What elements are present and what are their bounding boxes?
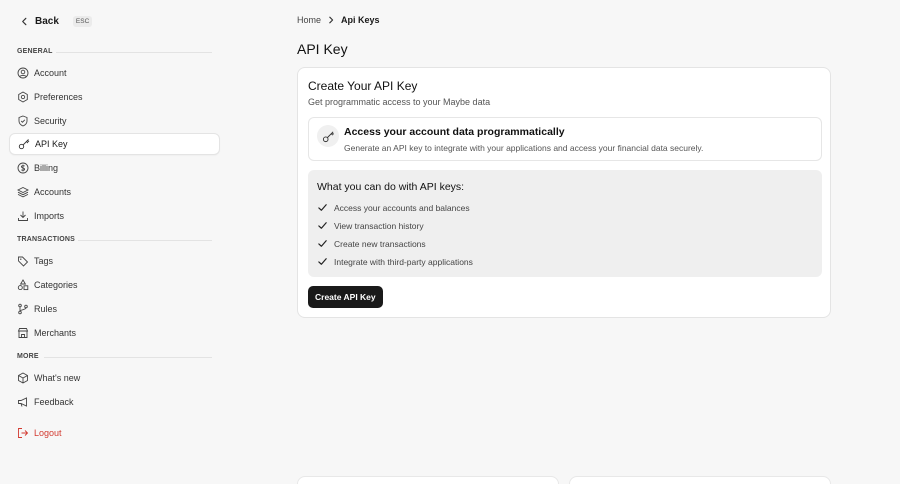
create-api-key-card: Create Your API Key Get programmatic acc… (297, 67, 831, 318)
section-divider (78, 240, 212, 241)
sidebar-item-label: Security (34, 116, 67, 126)
chevron-left-icon (22, 17, 27, 26)
tag-icon (17, 255, 29, 267)
shield-icon (17, 115, 29, 127)
package-icon (17, 372, 29, 384)
shapes-icon (17, 279, 29, 291)
section-label-transactions: TRANSACTIONS (17, 236, 76, 243)
feature-label: Access your accounts and balances (334, 202, 470, 213)
logout-icon (17, 427, 29, 439)
esc-shortcut-badge: ESC (72, 16, 93, 27)
breadcrumb-home-link[interactable]: Home (297, 15, 321, 25)
back-label: Back (35, 16, 59, 27)
sidebar-item-label: Merchants (34, 328, 77, 338)
check-icon (318, 240, 327, 247)
section-divider (44, 357, 212, 358)
settings-icon (17, 91, 29, 103)
sidebar-item-label: Feedback (34, 397, 74, 407)
sidebar-item-tags[interactable]: Tags (9, 250, 220, 272)
breadcrumb: Home Api Keys (297, 15, 380, 25)
megaphone-icon (17, 396, 29, 408)
feature-item: Access your accounts and balances (317, 202, 470, 213)
api-access-info-box: Access your account data programmaticall… (308, 117, 822, 161)
bottom-card-right (569, 476, 831, 484)
sidebar-item-imports[interactable]: Imports (9, 205, 220, 227)
feature-item: Create new transactions (317, 238, 426, 249)
sidebar-item-feedback[interactable]: Feedback (9, 391, 220, 413)
breadcrumb-current: Api Keys (341, 15, 380, 25)
create-api-key-button[interactable]: Create API Key (308, 286, 383, 308)
settings-sidebar: Back ESC GENERAL Account Preferences Sec… (0, 0, 228, 484)
sidebar-item-categories[interactable]: Categories (9, 274, 220, 296)
key-icon (317, 125, 339, 147)
sidebar-item-label: Billing (34, 163, 59, 173)
feature-label: Integrate with third-party applications (334, 256, 473, 267)
check-icon (318, 258, 327, 265)
key-icon (18, 138, 30, 150)
store-icon (17, 327, 29, 339)
info-title: Access your account data programmaticall… (344, 126, 565, 138)
layers-icon (17, 186, 29, 198)
check-icon (318, 222, 327, 229)
feature-item: View transaction history (317, 220, 424, 231)
section-divider (56, 52, 212, 53)
sidebar-item-label: Rules (34, 304, 58, 314)
card-subtitle: Get programmatic access to your Maybe da… (308, 97, 491, 107)
page-title: API Key (297, 41, 348, 57)
dollar-circle-icon (17, 162, 29, 174)
sidebar-item-label: Tags (34, 256, 54, 266)
feature-item: Integrate with third-party applications (317, 256, 473, 267)
sidebar-item-account[interactable]: Account (9, 62, 220, 84)
sidebar-item-label: API Key (35, 139, 68, 149)
api-features-panel: What you can do with API keys: Access yo… (308, 170, 822, 277)
sidebar-item-label: Logout (34, 428, 62, 438)
main-content: Home Api Keys API Key Create Your API Ke… (297, 0, 837, 484)
sidebar-item-api-key[interactable]: API Key (9, 133, 220, 155)
sidebar-item-whats-new[interactable]: What's new (9, 367, 220, 389)
sidebar-item-label: Categories (34, 280, 78, 290)
back-button[interactable]: Back (20, 16, 59, 27)
section-label-more: MORE (17, 353, 39, 360)
git-branch-icon (17, 303, 29, 315)
card-title: Create Your API Key (308, 79, 418, 93)
sidebar-item-label: Accounts (34, 187, 72, 197)
sidebar-item-label: Account (34, 68, 67, 78)
sidebar-item-security[interactable]: Security (9, 110, 220, 132)
features-title: What you can do with API keys: (317, 181, 465, 193)
sidebar-item-logout[interactable]: Logout (9, 422, 220, 444)
back-row: Back ESC (20, 16, 93, 27)
sidebar-item-label: Preferences (34, 92, 83, 102)
sidebar-item-preferences[interactable]: Preferences (9, 86, 220, 108)
feature-label: View transaction history (334, 220, 424, 231)
sidebar-item-rules[interactable]: Rules (9, 298, 220, 320)
sidebar-item-label: What's new (34, 373, 81, 383)
chevron-right-icon (329, 16, 334, 24)
user-circle-icon (17, 67, 29, 79)
feature-label: Create new transactions (334, 238, 426, 249)
import-icon (17, 210, 29, 222)
sidebar-item-billing[interactable]: Billing (9, 157, 220, 179)
info-description: Generate an API key to integrate with yo… (344, 143, 704, 153)
sidebar-item-accounts[interactable]: Accounts (9, 181, 220, 203)
bottom-card-left (297, 476, 559, 484)
sidebar-item-merchants[interactable]: Merchants (9, 322, 220, 344)
check-icon (318, 204, 327, 211)
sidebar-item-label: Imports (34, 211, 65, 221)
section-label-general: GENERAL (17, 48, 53, 55)
